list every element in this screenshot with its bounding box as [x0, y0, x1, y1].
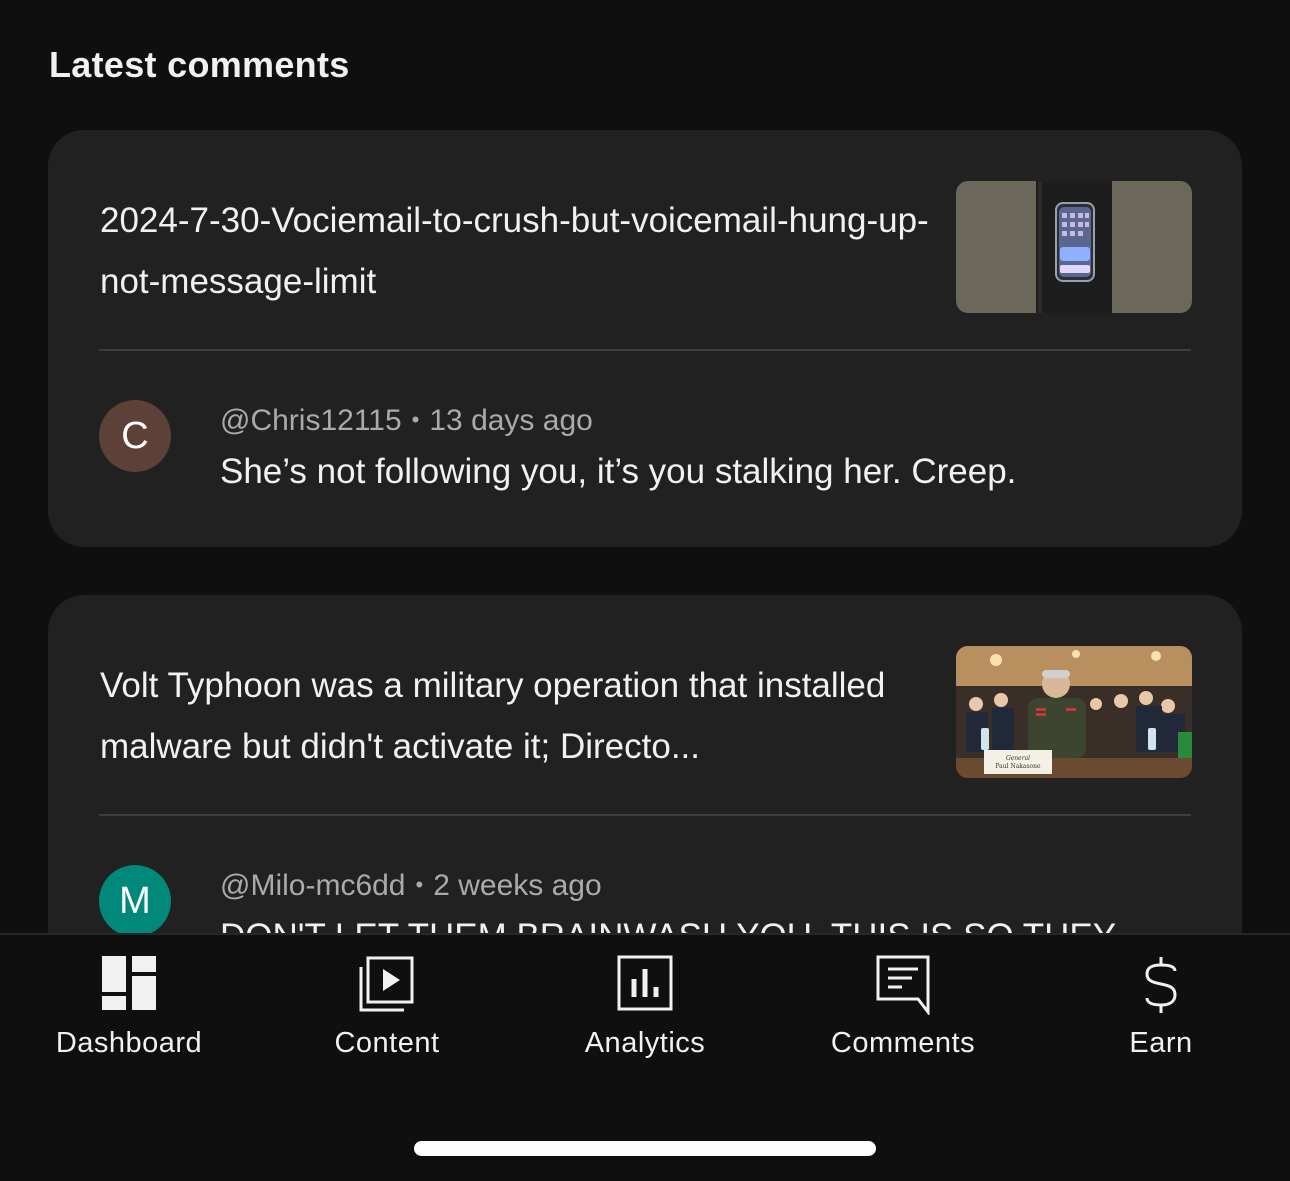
content-icon [358, 955, 416, 1018]
avatar[interactable]: C [99, 400, 171, 472]
nav-item-comments[interactable]: Comments [774, 935, 1032, 1075]
section-title: Latest comments [49, 44, 350, 85]
nav-item-analytics[interactable]: Analytics [516, 935, 774, 1075]
video-thumbnail[interactable]: General Paul Nakasone [956, 646, 1192, 778]
earn-icon [1141, 955, 1181, 1020]
nav-item-dashboard[interactable]: Dashboard [0, 935, 258, 1075]
avatar-letter: M [119, 879, 151, 922]
nav-item-earn[interactable]: Earn [1032, 935, 1290, 1075]
divider [99, 814, 1191, 816]
bottom-nav: Dashboard Content Analytics Comments Ear… [0, 933, 1290, 1181]
svg-text:General: General [1006, 755, 1030, 762]
comment-text[interactable]: She’s not following you, it’s you stalki… [220, 452, 1016, 492]
svg-text:Paul Nakasone: Paul Nakasone [995, 763, 1041, 770]
video-thumbnail[interactable] [956, 181, 1192, 313]
separator-dot: • [411, 407, 420, 432]
dashboard-icon [101, 955, 157, 1016]
comment-time: 13 days ago [429, 404, 593, 437]
nav-item-content[interactable]: Content [258, 935, 516, 1075]
video-title[interactable]: 2024-7-30-Vociemail-to-crush-but-voicema… [100, 190, 930, 312]
comment-card[interactable]: 2024-7-30-Vociemail-to-crush-but-voicema… [48, 130, 1242, 547]
avatar[interactable]: M [99, 865, 171, 937]
avatar-letter: C [121, 414, 149, 457]
home-indicator[interactable] [414, 1141, 876, 1156]
separator-dot: • [415, 872, 424, 897]
nav-label: Comments [830, 1027, 976, 1059]
nav-label: Earn [1129, 1027, 1193, 1059]
comments-icon [876, 955, 930, 1020]
analytics-icon [617, 955, 673, 1016]
nav-label: Analytics [584, 1027, 706, 1059]
divider [99, 349, 1191, 351]
nav-label: Dashboard [55, 1027, 203, 1059]
comment-meta: @Milo-mc6dd • 2 weeks ago [220, 869, 602, 903]
nav-label: Content [334, 1027, 440, 1059]
comment-time: 2 weeks ago [433, 869, 602, 902]
comment-author[interactable]: @Chris12115 [220, 404, 402, 437]
comment-meta: @Chris12115 • 13 days ago [220, 404, 593, 438]
comment-author[interactable]: @Milo-mc6dd [220, 869, 406, 902]
video-title[interactable]: Volt Typhoon was a military operation th… [100, 655, 930, 777]
